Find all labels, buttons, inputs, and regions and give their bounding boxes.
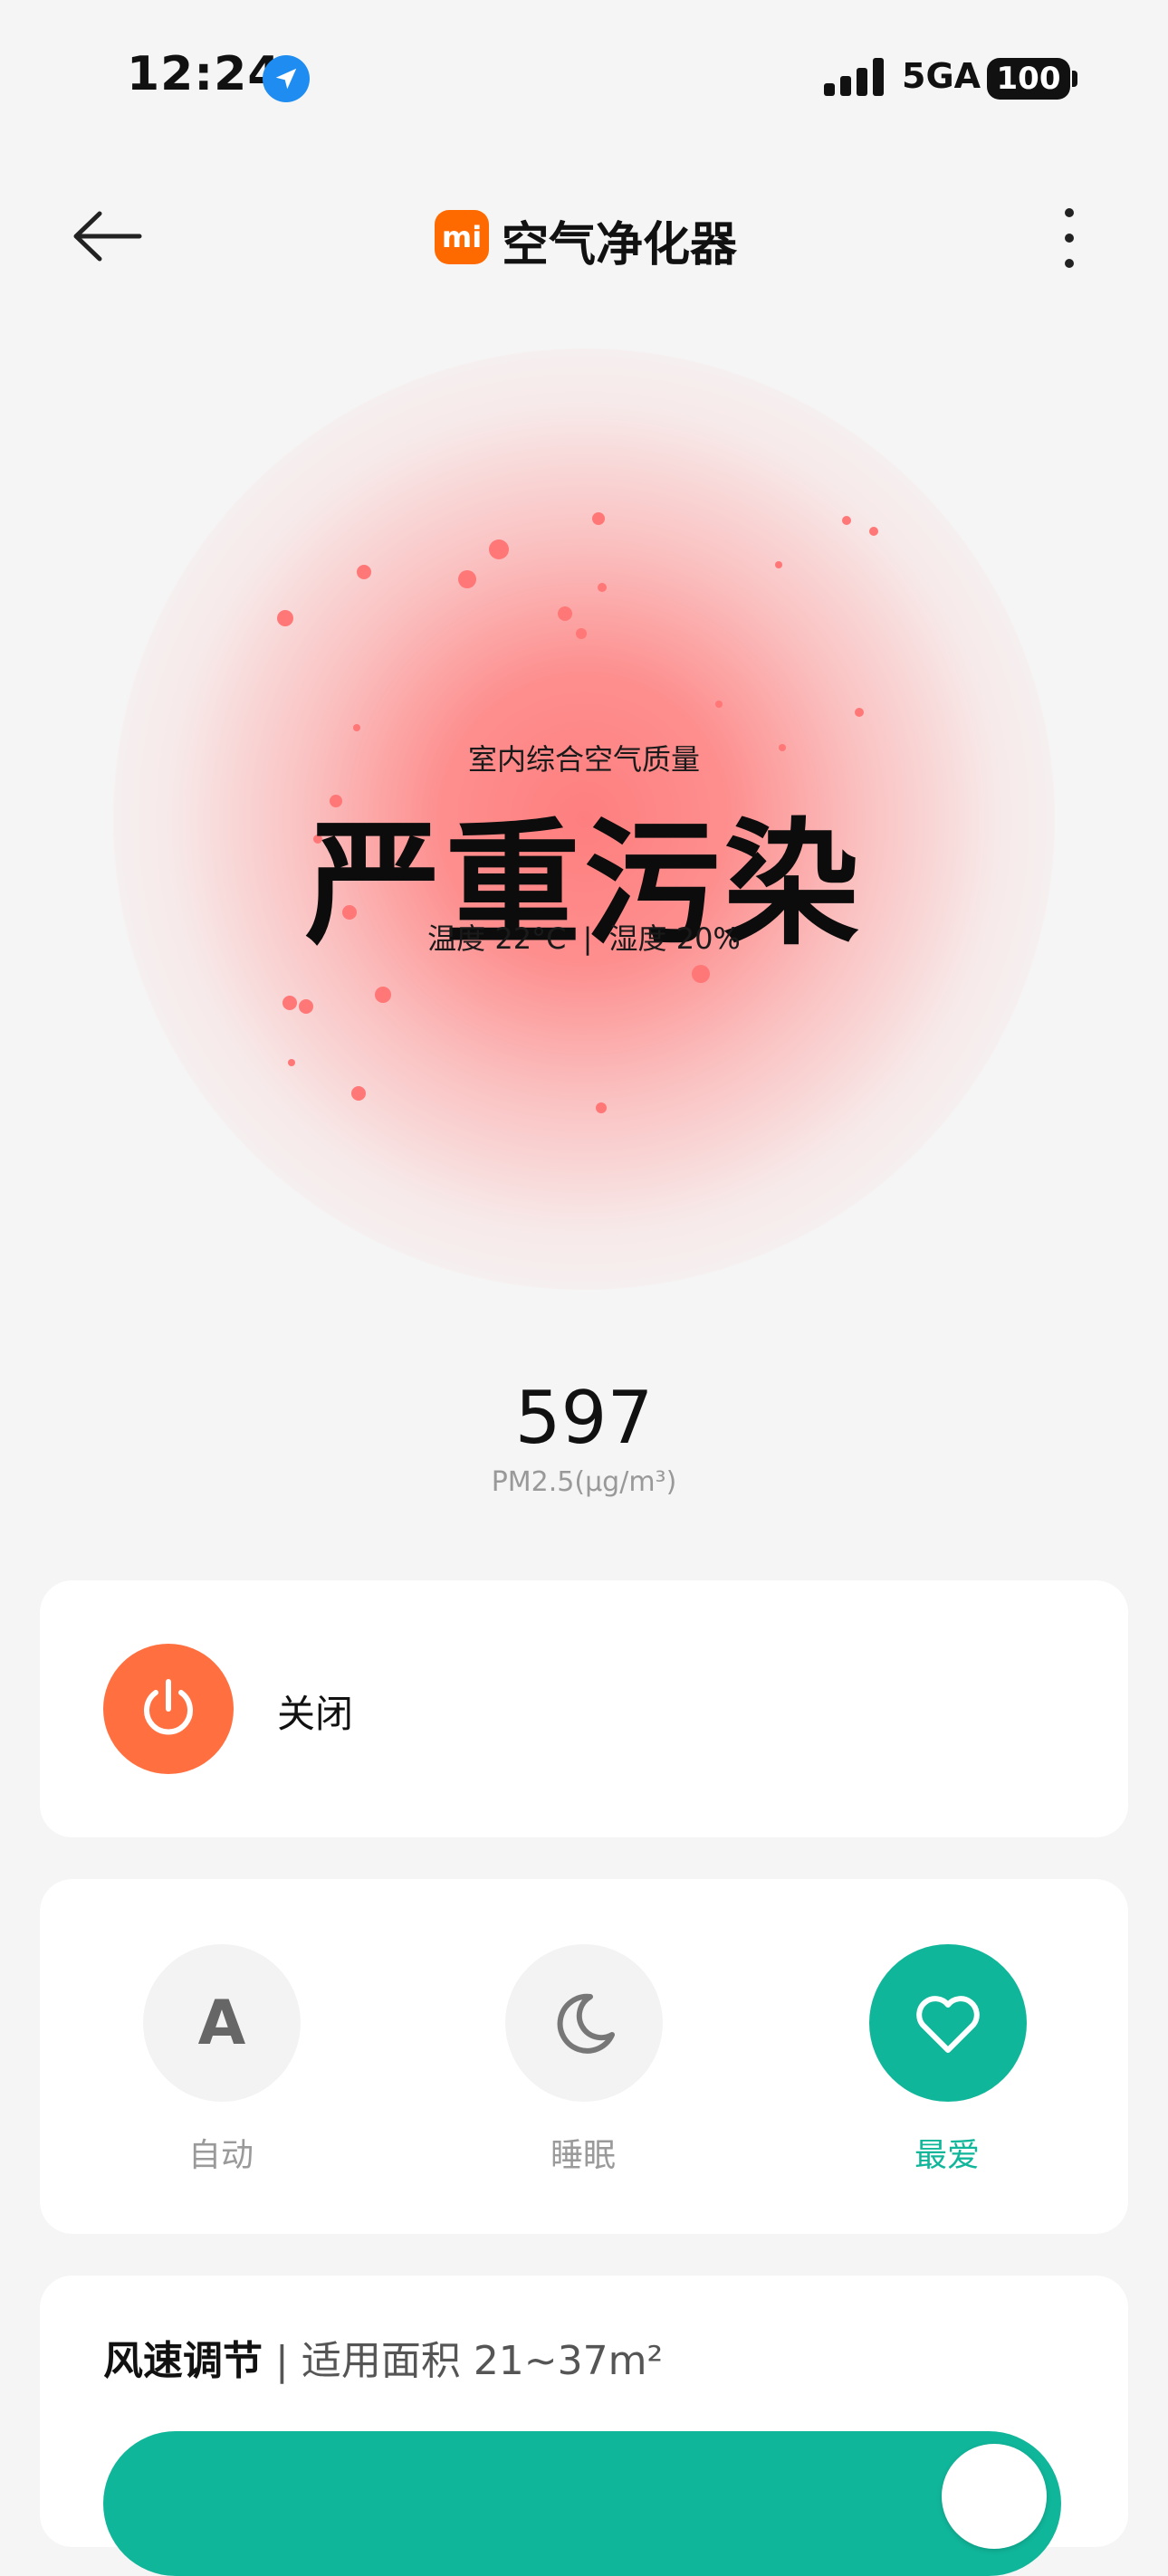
pm25-value: 597 [514, 1376, 654, 1460]
power-icon [144, 1679, 193, 1735]
fan-speed-separator: | [275, 2338, 289, 2384]
moon-icon [557, 1993, 615, 2054]
mode-auto-label: 自动 [187, 2137, 254, 2174]
fan-speed-slider[interactable] [103, 2431, 1061, 2576]
pollution-particles [0, 0, 1168, 1267]
humidity-reading: 湿度 20% [608, 921, 741, 956]
fan-speed-slider-knob[interactable] [942, 2444, 1047, 2549]
temperature-reading: 温度 22°C [427, 921, 567, 956]
air-quality-meta: 温度 22°C | 湿度 20% [0, 916, 1168, 958]
air-quality-label: 室内综合空气质量 [467, 742, 700, 777]
fan-speed-header: 风速调节 | 适用面积 21~37m² [103, 2328, 663, 2386]
mode-sleep-label: 睡眠 [550, 2137, 616, 2174]
power-button[interactable] [103, 1644, 234, 1774]
heart-icon [916, 1996, 980, 2053]
auto-letter-icon: A [197, 1987, 246, 2059]
fan-speed-title: 风速调节 [103, 2338, 263, 2384]
fan-speed-subtitle: 适用面积 21~37m² [301, 2338, 664, 2384]
mode-favorite-label: 最爱 [914, 2137, 980, 2174]
meta-separator: | [582, 921, 593, 956]
power-state-label: 关闭 [277, 1692, 354, 1736]
pm25-unit: PM2.5(µg/m³) [491, 1466, 677, 1498]
mode-auto-button[interactable]: A [143, 1944, 301, 2102]
mode-favorite-button[interactable] [869, 1944, 1027, 2102]
mode-sleep-button[interactable] [505, 1944, 663, 2102]
